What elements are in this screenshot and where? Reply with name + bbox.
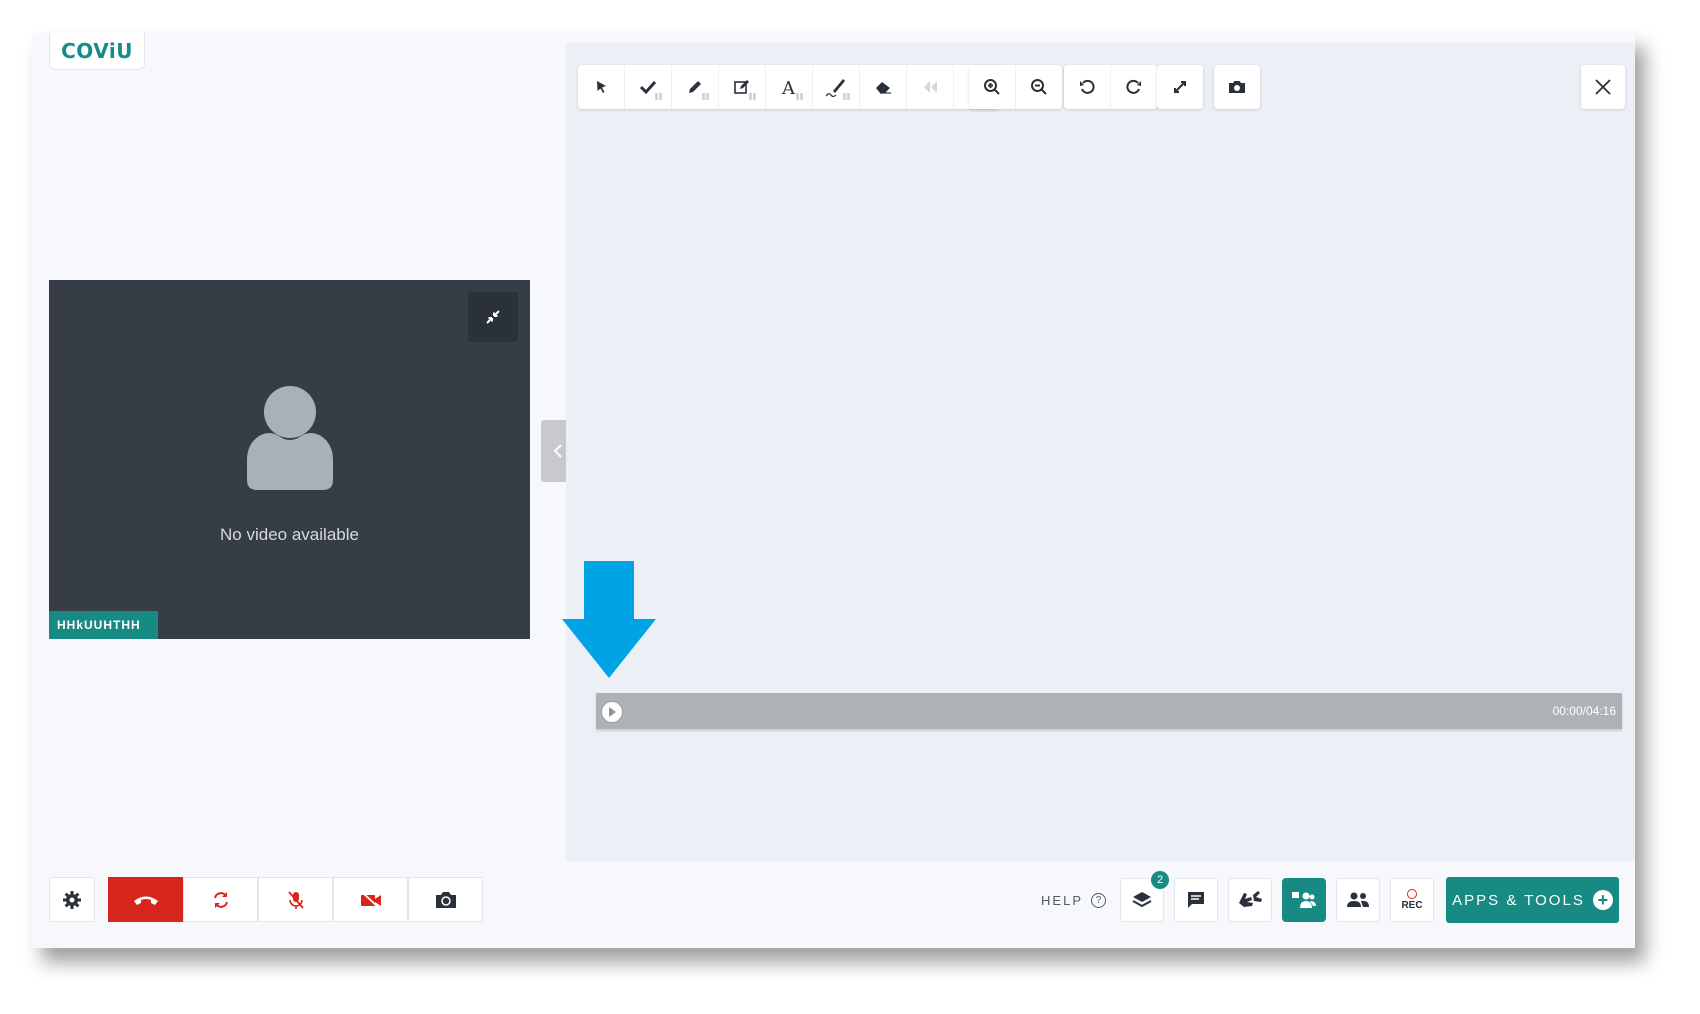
chat-icon bbox=[1188, 892, 1204, 908]
logo: COViU bbox=[49, 33, 145, 70]
participants-view-button[interactable] bbox=[1282, 878, 1326, 922]
zoom-out-icon bbox=[1031, 79, 1047, 95]
rewind-tool[interactable] bbox=[906, 65, 953, 109]
gear-icon bbox=[63, 890, 81, 909]
app-window: COViU No video available HHkUUHTHH A 00:… bbox=[32, 33, 1635, 948]
time-readout: 00:00/04:16 bbox=[1552, 704, 1616, 718]
submenu-indicator bbox=[796, 93, 803, 100]
video-tile: No video available HHkUUHTHH bbox=[49, 280, 530, 639]
layers-button[interactable]: 2 bbox=[1120, 871, 1169, 922]
draw-tools: A bbox=[578, 65, 1000, 109]
pen-tool[interactable] bbox=[812, 65, 859, 109]
no-video-text: No video available bbox=[220, 525, 359, 544]
mute-microphone-button[interactable] bbox=[258, 877, 333, 922]
zoom-in-button[interactable] bbox=[969, 65, 1015, 109]
zoom-out-button[interactable] bbox=[1015, 65, 1062, 109]
apps-and-tools-label: APPS & TOOLS bbox=[1452, 891, 1585, 909]
rewind-icon bbox=[924, 81, 937, 93]
fullscreen-icon bbox=[1174, 81, 1186, 93]
layers-icon bbox=[1132, 892, 1152, 908]
submenu-indicator bbox=[655, 93, 662, 100]
end-call-button[interactable] bbox=[108, 877, 183, 922]
chat-button[interactable] bbox=[1174, 878, 1218, 922]
minimize-video-button[interactable] bbox=[468, 292, 518, 342]
plus-icon: + bbox=[1592, 890, 1613, 910]
eraser-tool[interactable] bbox=[859, 65, 906, 109]
snapshot-tools bbox=[1214, 65, 1260, 109]
record-label: REC bbox=[1401, 900, 1423, 911]
help-label: HELP bbox=[1041, 892, 1083, 908]
refresh-icon bbox=[213, 891, 228, 908]
submenu-indicator bbox=[749, 93, 756, 100]
zoom-in-icon bbox=[984, 79, 1000, 95]
layers-count-badge: 2 bbox=[1151, 871, 1169, 889]
undo-button[interactable] bbox=[1064, 65, 1110, 109]
close-icon bbox=[1595, 79, 1611, 95]
zoom-tools bbox=[969, 65, 1062, 109]
settings-button[interactable] bbox=[49, 877, 95, 922]
hang-up-icon bbox=[133, 896, 158, 905]
apps-and-tools-button[interactable]: APPS & TOOLS + bbox=[1446, 877, 1619, 923]
avatar-icon bbox=[247, 386, 333, 490]
group-icon bbox=[1292, 892, 1316, 908]
undo-icon bbox=[1080, 79, 1095, 94]
pencil-icon bbox=[689, 81, 701, 93]
redo-button[interactable] bbox=[1110, 65, 1157, 109]
camera-off-button[interactable] bbox=[333, 877, 408, 922]
flip-camera-button[interactable] bbox=[408, 877, 483, 922]
annotate-tool[interactable] bbox=[718, 65, 765, 109]
invite-people-button[interactable] bbox=[1336, 878, 1380, 922]
play-icon bbox=[609, 707, 616, 717]
check-tool[interactable] bbox=[624, 65, 671, 109]
text-icon: A bbox=[781, 78, 796, 96]
eraser-icon bbox=[876, 82, 891, 94]
whiteboard[interactable]: A 00:00/04:16 bbox=[566, 43, 1635, 862]
pencil-tool[interactable] bbox=[671, 65, 718, 109]
close-whiteboard-button[interactable] bbox=[1581, 65, 1625, 109]
svg-text:A: A bbox=[781, 78, 796, 96]
people-icon bbox=[1347, 892, 1369, 907]
pointer-icon bbox=[597, 81, 606, 93]
camera-switch-icon bbox=[435, 891, 456, 908]
session-tools: HELP ? 2 REC APPS & TOOLS + bbox=[1041, 871, 1619, 923]
down-arrow-annotation bbox=[562, 561, 656, 678]
play-button[interactable] bbox=[601, 701, 623, 723]
record-icon bbox=[1407, 889, 1417, 899]
view-tools bbox=[1157, 65, 1203, 109]
chevron-left-icon bbox=[553, 444, 562, 458]
redo-icon bbox=[1126, 79, 1141, 94]
mic-off-icon bbox=[287, 890, 304, 909]
media-player: 00:00/04:16 bbox=[596, 693, 1622, 729]
question-icon: ? bbox=[1091, 892, 1106, 908]
submenu-indicator bbox=[843, 93, 850, 100]
participant-name-tag: HHkUUHTHH bbox=[49, 611, 158, 639]
sign-language-icon bbox=[1239, 891, 1262, 907]
switch-camera-button[interactable] bbox=[183, 877, 258, 922]
fullscreen-button[interactable] bbox=[1157, 65, 1203, 109]
sign-language-button[interactable] bbox=[1228, 878, 1272, 922]
snapshot-button[interactable] bbox=[1214, 65, 1260, 109]
video-off-icon bbox=[360, 890, 381, 909]
history-tools bbox=[1064, 65, 1157, 109]
submenu-indicator bbox=[702, 93, 709, 100]
camera-icon bbox=[1229, 81, 1245, 93]
record-button[interactable]: REC bbox=[1390, 878, 1434, 922]
text-tool[interactable]: A bbox=[765, 65, 812, 109]
help-link[interactable]: HELP ? bbox=[1041, 892, 1106, 908]
pointer-tool[interactable] bbox=[578, 65, 624, 109]
collapse-icon bbox=[486, 310, 500, 324]
call-controls bbox=[49, 877, 483, 922]
logo-text: COViU bbox=[61, 39, 133, 63]
